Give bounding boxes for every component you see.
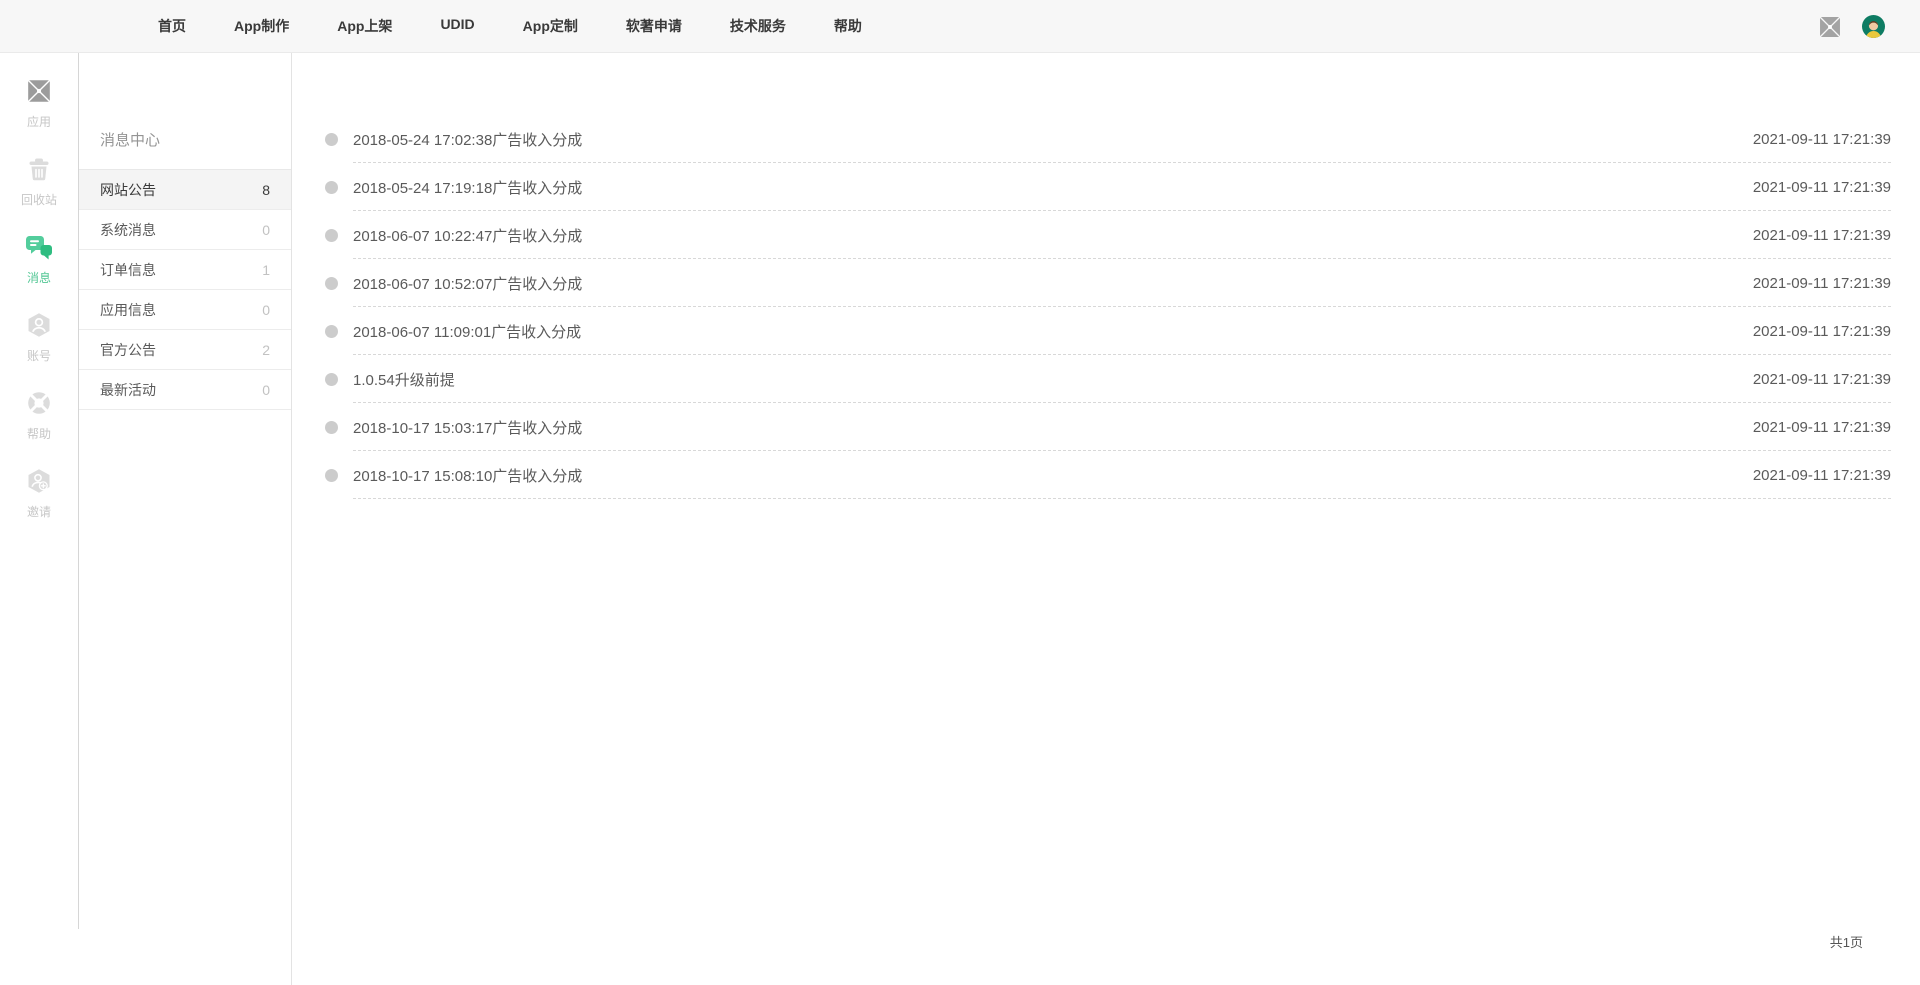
message-time: 2021-09-11 17:21:39	[1753, 371, 1891, 388]
nav-item-tech-service[interactable]: 技术服务	[730, 16, 786, 36]
panel-item-label: 系统消息	[100, 220, 156, 240]
nav-item-app-custom[interactable]: App定制	[523, 16, 578, 36]
panel-item-label: 最新活动	[100, 380, 156, 400]
message-row[interactable]: 2018-05-24 17:02:38广告收入分成 2021-09-11 17:…	[325, 115, 1891, 163]
panel-item-label: 官方公告	[100, 340, 156, 360]
unread-dot	[325, 325, 338, 338]
panel-item-label: 网站公告	[100, 180, 156, 200]
nav-item-app-publish[interactable]: App上架	[337, 16, 392, 36]
page-count-label: 共1页	[1830, 932, 1863, 951]
panel-item-order-info[interactable]: 订单信息 1	[79, 250, 291, 290]
panel-item-latest-activities[interactable]: 最新活动 0	[79, 370, 291, 410]
message-row[interactable]: 2018-06-07 10:22:47广告收入分成 2021-09-11 17:…	[325, 211, 1891, 259]
message-title: 2018-06-07 10:22:47广告收入分成	[353, 225, 582, 246]
message-title: 2018-05-24 17:02:38广告收入分成	[353, 129, 582, 150]
sidebar-item-label: 账号	[27, 347, 51, 364]
count-badge: 8	[262, 182, 270, 198]
message-time: 2021-09-11 17:21:39	[1753, 323, 1891, 340]
sidebar-item-apps[interactable]: 应用	[0, 78, 78, 130]
sidebar-item-account[interactable]: 账号	[0, 312, 78, 364]
message-title: 2018-10-17 15:08:10广告收入分成	[353, 465, 582, 486]
panel-item-site-announcements[interactable]: 网站公告 8	[79, 170, 291, 210]
sidebar-item-label: 邀请	[27, 503, 51, 520]
panel-item-label: 订单信息	[100, 260, 156, 280]
message-title: 2018-05-24 17:19:18广告收入分成	[353, 177, 582, 198]
nav-item-udid[interactable]: UDID	[440, 16, 474, 36]
message-time: 2021-09-11 17:21:39	[1753, 419, 1891, 436]
message-row[interactable]: 2018-05-24 17:19:18广告收入分成 2021-09-11 17:…	[325, 163, 1891, 211]
panel-item-label: 应用信息	[100, 300, 156, 320]
app-root: 首页 App制作 App上架 UDID App定制 软著申请 技术服务 帮助	[0, 0, 1920, 985]
user-avatar[interactable]	[1862, 15, 1885, 38]
count-badge: 0	[262, 222, 270, 238]
message-time: 2021-09-11 17:21:39	[1753, 131, 1891, 148]
message-row[interactable]: 2018-10-17 15:08:10广告收入分成 2021-09-11 17:…	[325, 451, 1891, 499]
message-time: 2021-09-11 17:21:39	[1753, 275, 1891, 292]
message-list-area: 2018-05-24 17:02:38广告收入分成 2021-09-11 17:…	[325, 53, 1891, 499]
panel-item-official-announcements[interactable]: 官方公告 2	[79, 330, 291, 370]
panel-item-app-info[interactable]: 应用信息 0	[79, 290, 291, 330]
message-row[interactable]: 2018-10-17 15:03:17广告收入分成 2021-09-11 17:…	[325, 403, 1891, 451]
count-badge: 1	[262, 262, 270, 278]
sidebar-item-messages[interactable]: 消息	[0, 234, 78, 286]
message-time: 2021-09-11 17:21:39	[1753, 227, 1891, 244]
unread-dot	[325, 469, 338, 482]
account-icon	[26, 312, 52, 343]
count-badge: 0	[262, 302, 270, 318]
app-grid-icon[interactable]	[1818, 15, 1842, 39]
unread-dot	[325, 373, 338, 386]
sidebar-item-label: 消息	[27, 269, 51, 286]
icon-sidebar: 应用 回收站	[0, 53, 79, 929]
unread-dot	[325, 181, 338, 194]
message-title: 1.0.54升级前提	[353, 369, 455, 390]
top-nav: 首页 App制作 App上架 UDID App定制 软著申请 技术服务 帮助	[0, 0, 1920, 53]
app-grid-icon	[26, 78, 52, 109]
message-title: 2018-06-07 11:09:01广告收入分成	[353, 321, 581, 342]
count-badge: 0	[262, 382, 270, 398]
message-center-panel: 消息中心 网站公告 8 系统消息 0 订单信息 1 应用信息 0 官方公告 2 …	[79, 53, 292, 985]
message-row[interactable]: 1.0.54升级前提 2021-09-11 17:21:39	[325, 355, 1891, 403]
trash-icon	[26, 156, 52, 187]
nav-item-app-create[interactable]: App制作	[234, 16, 289, 36]
sidebar-item-label: 帮助	[27, 425, 51, 442]
nav-item-software-copyright[interactable]: 软著申请	[626, 16, 682, 36]
message-bubbles-icon	[25, 234, 53, 265]
sidebar-item-recycle-bin[interactable]: 回收站	[0, 156, 78, 208]
message-title: 2018-10-17 15:03:17广告收入分成	[353, 417, 582, 438]
lifebuoy-icon	[26, 390, 52, 421]
top-nav-right	[1818, 0, 1885, 53]
message-time: 2021-09-11 17:21:39	[1753, 179, 1891, 196]
unread-dot	[325, 133, 338, 146]
nav-item-home[interactable]: 首页	[158, 16, 186, 36]
nav-item-help[interactable]: 帮助	[834, 16, 862, 36]
count-badge: 2	[262, 342, 270, 358]
panel-item-system-messages[interactable]: 系统消息 0	[79, 210, 291, 250]
sidebar-item-invite[interactable]: 邀请	[0, 468, 78, 520]
top-nav-menu: 首页 App制作 App上架 UDID App定制 软著申请 技术服务 帮助	[158, 16, 862, 36]
unread-dot	[325, 277, 338, 290]
message-time: 2021-09-11 17:21:39	[1753, 467, 1891, 484]
invite-icon	[26, 468, 52, 499]
message-title: 2018-06-07 10:52:07广告收入分成	[353, 273, 582, 294]
message-row[interactable]: 2018-06-07 11:09:01广告收入分成 2021-09-11 17:…	[325, 307, 1891, 355]
panel-title: 消息中心	[79, 53, 291, 170]
unread-dot	[325, 421, 338, 434]
sidebar-item-label: 应用	[27, 113, 51, 130]
unread-dot	[325, 229, 338, 242]
message-list: 2018-05-24 17:02:38广告收入分成 2021-09-11 17:…	[325, 115, 1891, 499]
message-row[interactable]: 2018-06-07 10:52:07广告收入分成 2021-09-11 17:…	[325, 259, 1891, 307]
sidebar-item-help[interactable]: 帮助	[0, 390, 78, 442]
sidebar-item-label: 回收站	[21, 191, 57, 208]
